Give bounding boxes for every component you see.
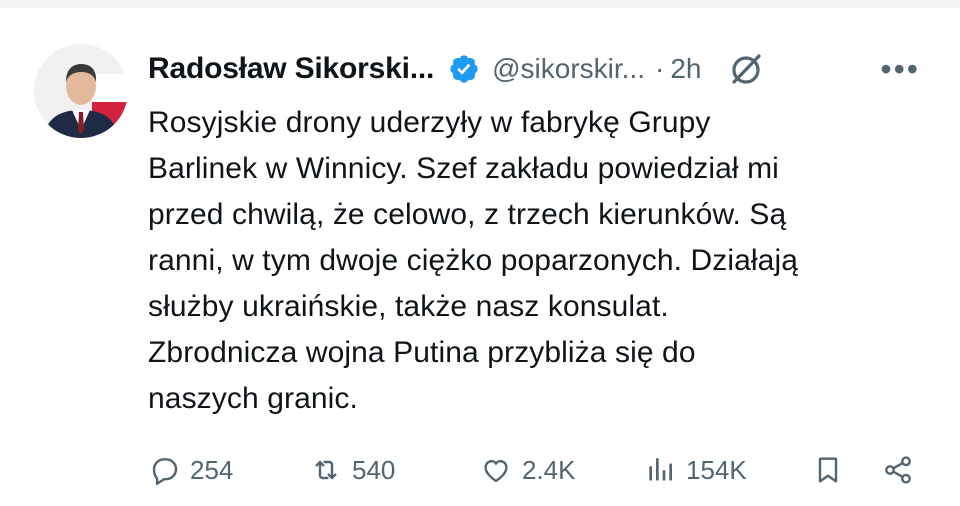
heart-icon	[484, 460, 508, 483]
retweet-icon	[315, 460, 337, 480]
retweet-button[interactable]: 540	[310, 450, 395, 490]
separator-dot: ·	[655, 53, 665, 84]
tweet-text-line: przed chwilą, że celowo, z trzech kierun…	[148, 198, 787, 231]
verified-badge-icon	[450, 55, 478, 83]
bookmark-button[interactable]	[812, 450, 844, 490]
share-button[interactable]	[882, 450, 914, 490]
reply-button[interactable]: 254	[148, 450, 233, 490]
share-icon	[885, 456, 911, 484]
timestamp[interactable]: 2h	[670, 53, 701, 85]
author-handle[interactable]: @sikorskir...	[492, 53, 645, 85]
tweet[interactable]: Radosław Sikorski... @sikorskir... · 2h …	[0, 8, 960, 506]
more-options-icon[interactable]: •••	[880, 53, 920, 85]
tweet-text-line: naszych granic.	[148, 382, 358, 415]
tweet-text-line: ranni, w tym dwoje ciężko poparzonych. D…	[148, 244, 798, 277]
tweet-text-line: Zbrodnicza wojna Putina przybliża się do	[148, 336, 696, 369]
author-name[interactable]: Radosław Sikorski...	[148, 52, 434, 86]
views-chart-icon	[649, 458, 672, 481]
tweet-text-line: służby ukraińskie, także nasz konsulat.	[148, 290, 669, 323]
retweet-count: 540	[352, 454, 396, 485]
avatar-image	[34, 44, 128, 138]
reply-icon	[152, 458, 178, 485]
tweet-text-line: Barlinek w Winnicy. Szef zakładu powiedz…	[148, 152, 779, 185]
tweet-text-line: Rosyjskie drony uderzyły w fabrykę Grupy	[148, 106, 711, 139]
bookmark-icon	[818, 457, 838, 483]
tweet-header: Radosław Sikorski... @sikorskir... · 2h …	[148, 42, 920, 96]
reply-count: 254	[190, 454, 234, 485]
action-bar: 254 540 2.4K 154K	[148, 450, 928, 490]
avatar[interactable]	[34, 44, 128, 138]
like-button[interactable]: 2.4K	[480, 450, 576, 490]
views-count: 154K	[686, 454, 747, 485]
tweet-text: Rosyjskie drony uderzyły w fabrykę Grupy…	[148, 100, 928, 422]
top-divider	[0, 0, 960, 8]
like-count: 2.4K	[522, 454, 576, 485]
grok-icon[interactable]	[726, 49, 766, 89]
views-button[interactable]: 154K	[644, 450, 747, 490]
